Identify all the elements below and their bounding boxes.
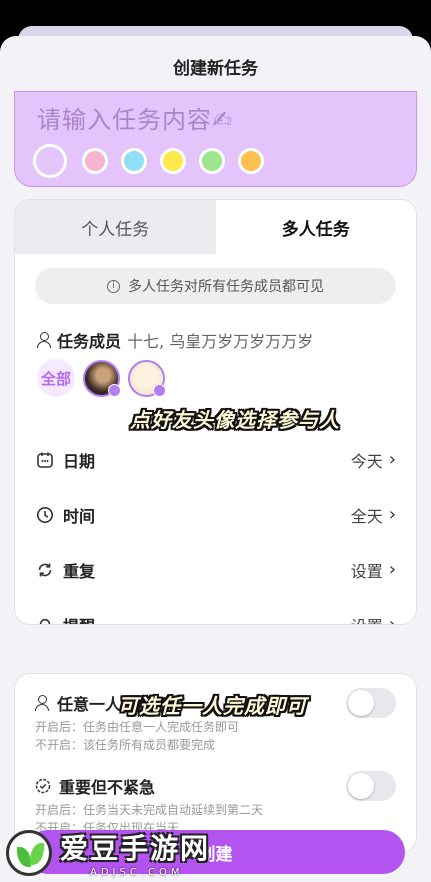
watermark: 爱豆手游网 ADJSC.COM <box>6 827 210 878</box>
color-dot-blue[interactable] <box>121 148 147 174</box>
members-names: 十七, 乌皇万岁万岁万万岁 <box>127 332 314 351</box>
avatar[interactable] <box>83 359 121 397</box>
task-content-input[interactable]: 请输入任务内容✍ <box>37 100 233 135</box>
create-task-sheet: 创建新任务 请输入任务内容✍ 个人任务 多人任务 i 多人任务对所有任务成员都可… <box>0 36 431 882</box>
color-dot-orange[interactable] <box>238 148 264 174</box>
check-badge-icon <box>108 383 121 397</box>
reminder-value: 设置 <box>351 613 383 625</box>
repeat-row[interactable]: 重复 设置 › <box>15 542 416 597</box>
repeat-icon <box>35 560 55 580</box>
check-badge-icon <box>153 383 166 397</box>
task-type-tabs: 个人任务 多人任务 <box>15 200 416 254</box>
bell-icon <box>35 615 55 624</box>
chevron-right-icon: › <box>388 449 396 470</box>
info-icon: i <box>107 279 120 293</box>
person-icon <box>37 332 51 348</box>
date-row[interactable]: 日期 今天 › <box>15 432 416 487</box>
task-content-card[interactable]: 请输入任务内容✍ <box>14 91 417 187</box>
date-value: 今天 <box>350 451 383 471</box>
smile-clock-icon <box>35 776 51 796</box>
option-on-desc: 开启后：任务当天未完成自动延续到第二天 <box>35 803 264 817</box>
chevron-right-icon: › <box>388 559 396 580</box>
repeat-label: 重复 <box>63 561 96 581</box>
notice-text: 多人任务对所有任务成员都可见 <box>128 279 324 295</box>
reminder-row[interactable]: 提醒 设置 › <box>15 597 416 625</box>
repeat-value: 设置 <box>350 561 383 581</box>
important-not-urgent-toggle[interactable] <box>346 771 396 801</box>
date-label: 日期 <box>63 451 96 471</box>
reminder-label: 提醒 <box>63 613 351 625</box>
time-row[interactable]: 时间 全天 › <box>15 487 416 542</box>
time-value: 全天 <box>350 506 383 526</box>
watermark-url: ADJSC.COM <box>90 867 184 878</box>
person-icon <box>35 695 49 711</box>
member-avatars: 全部 <box>37 359 166 397</box>
schedule-rows: 日期 今天 › 时间 全天 › 重复 设置 › › <box>15 432 416 625</box>
tutorial-caption: 点好友头像选择参与人 <box>130 408 340 432</box>
select-all-members-button[interactable]: 全部 <box>37 359 75 397</box>
calendar-icon <box>35 450 55 470</box>
tutorial-caption: 可选任一人完成即可 <box>118 694 307 718</box>
color-picker <box>33 144 264 178</box>
color-dot-green[interactable] <box>199 148 225 174</box>
option-on-desc: 开启后：任务由任意一人完成任务即可 <box>35 720 240 734</box>
visibility-notice: i 多人任务对所有任务成员都可见 <box>35 268 396 304</box>
task-members-row: 任务成员 十七, 乌皇万岁万岁万万岁 <box>37 328 313 352</box>
avatar[interactable] <box>128 359 166 397</box>
color-dot-white[interactable] <box>33 144 67 178</box>
members-title: 任务成员 <box>57 332 122 351</box>
clock-icon <box>35 505 55 525</box>
tab-group-task[interactable]: 多人任务 <box>215 200 416 254</box>
watermark-logo-icon <box>6 829 52 876</box>
color-dot-pink[interactable] <box>82 148 108 174</box>
chevron-right-icon: › <box>388 504 396 525</box>
option-title: 重要但不紧急 <box>59 778 156 797</box>
any-one-completes-toggle[interactable] <box>346 688 396 718</box>
option-off-desc: 不开启：该任务所有成员都要完成 <box>35 738 216 752</box>
sheet-title: 创建新任务 <box>173 59 258 79</box>
watermark-title: 爱豆手游网 <box>60 832 211 865</box>
tab-personal-task[interactable]: 个人任务 <box>15 200 216 254</box>
time-label: 时间 <box>63 506 96 526</box>
chevron-right-icon: › <box>388 614 396 625</box>
color-dot-yellow[interactable] <box>160 148 186 174</box>
